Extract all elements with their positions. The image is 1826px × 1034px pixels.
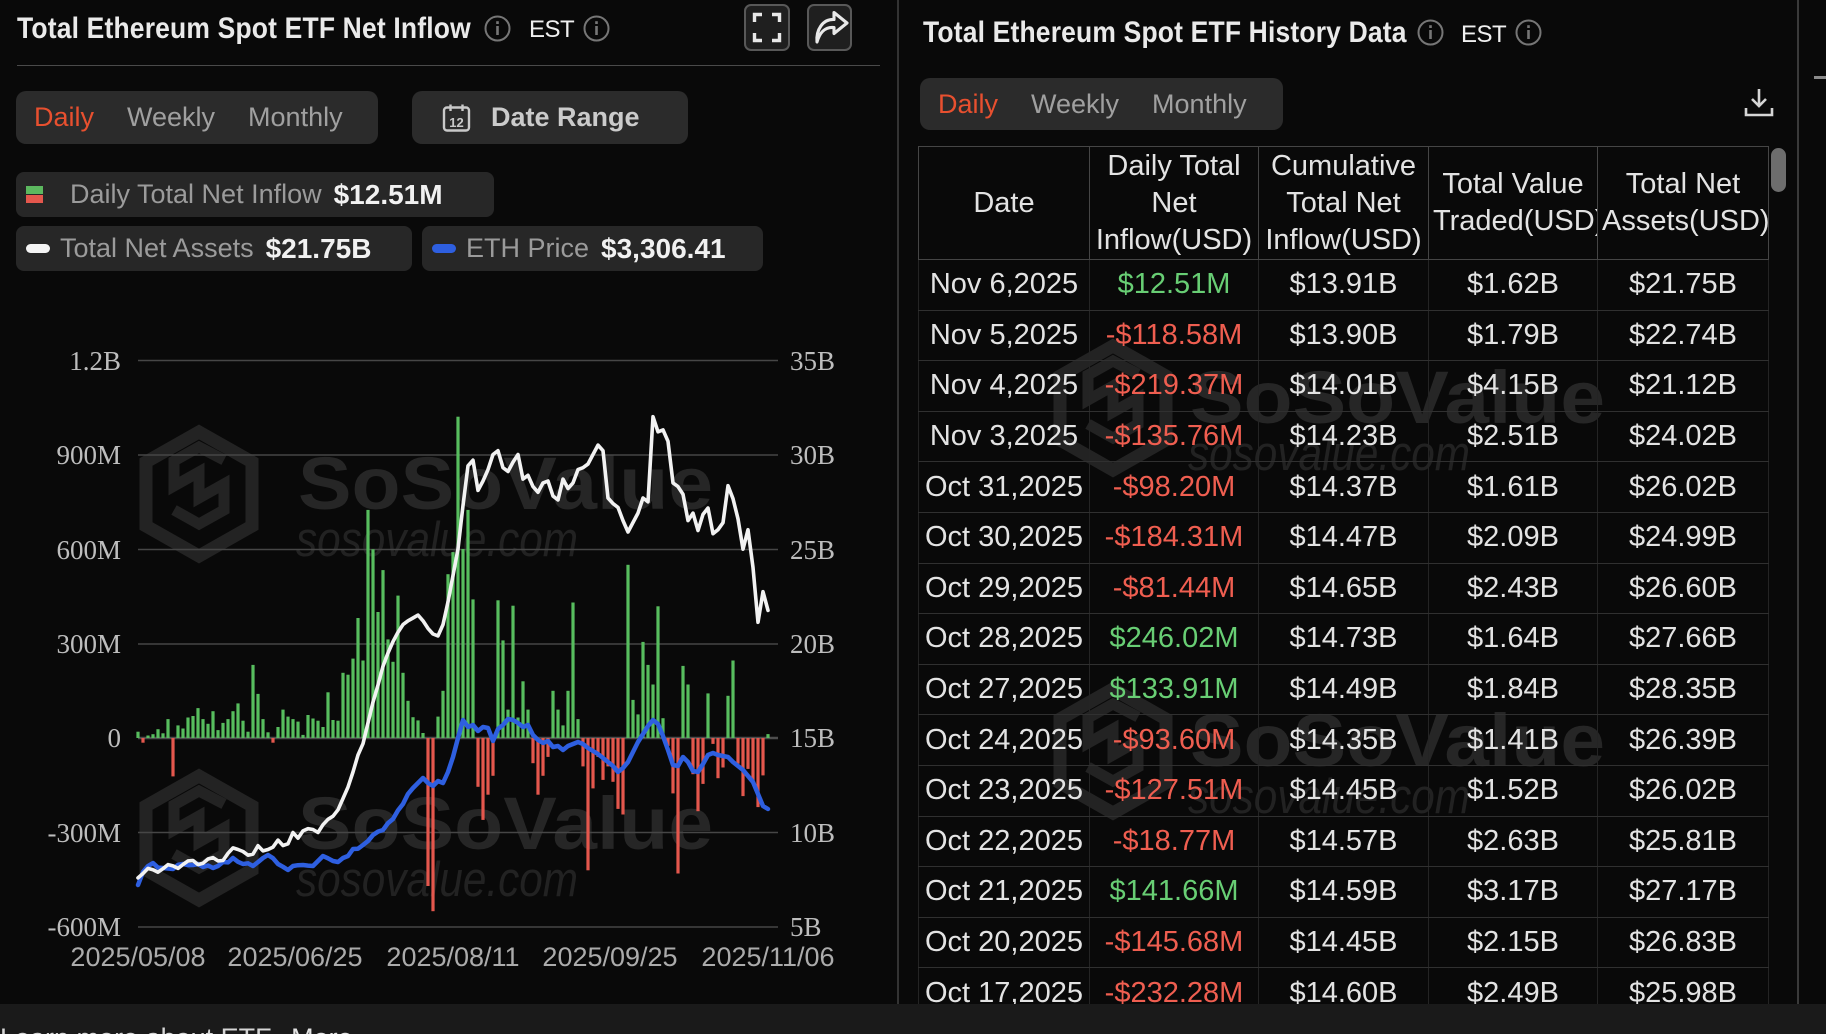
svg-text:2025/05/08: 2025/05/08 <box>70 942 205 972</box>
svg-text:2025/09/25: 2025/09/25 <box>542 942 677 972</box>
svg-text:2025/08/11: 2025/08/11 <box>386 942 519 972</box>
svg-text:15B: 15B <box>790 723 835 753</box>
svg-text:2025/06/25: 2025/06/25 <box>227 942 362 972</box>
svg-text:2025/11/06: 2025/11/06 <box>701 942 834 972</box>
svg-text:600M: 600M <box>56 535 121 565</box>
svg-text:300M: 300M <box>56 629 121 659</box>
svg-text:10B: 10B <box>790 818 835 848</box>
svg-text:20B: 20B <box>790 629 835 659</box>
svg-text:35B: 35B <box>790 346 835 376</box>
svg-text:0: 0 <box>108 723 122 753</box>
svg-text:1.2B: 1.2B <box>69 346 121 376</box>
svg-text:25B: 25B <box>790 535 835 565</box>
svg-text:30B: 30B <box>790 440 835 470</box>
svg-text:-300M: -300M <box>48 818 122 848</box>
svg-text:-600M: -600M <box>48 912 122 942</box>
svg-text:5B: 5B <box>790 912 822 942</box>
svg-text:900M: 900M <box>56 440 121 470</box>
